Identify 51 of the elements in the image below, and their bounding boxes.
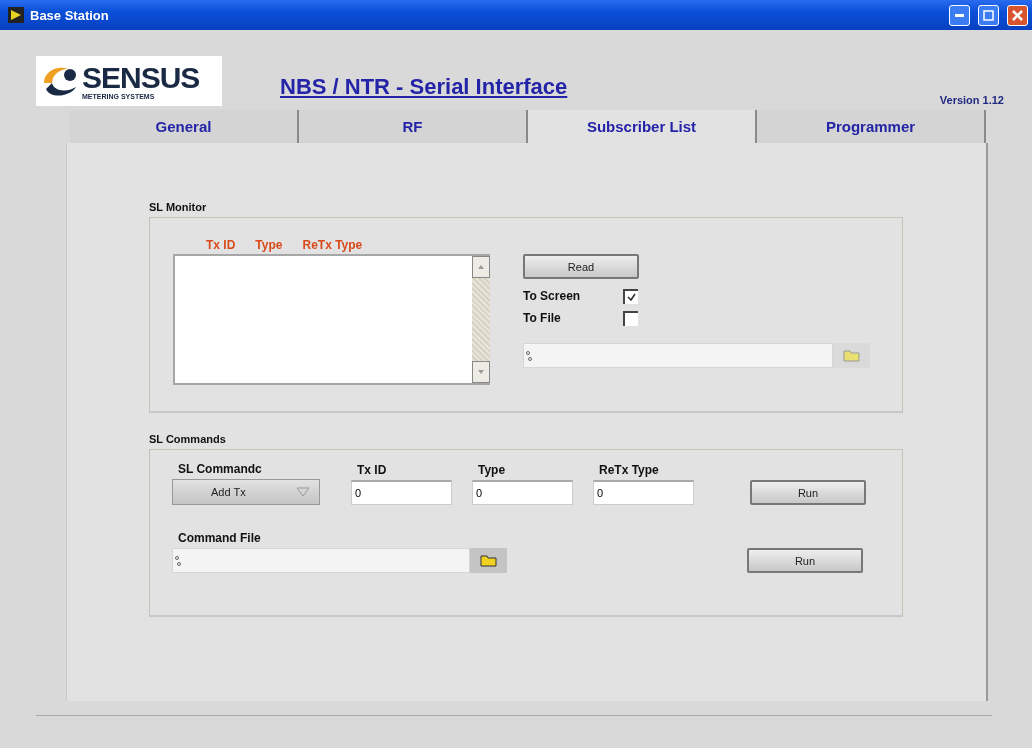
maximize-icon bbox=[983, 9, 994, 21]
field-label: Type bbox=[477, 463, 507, 477]
path-field[interactable] bbox=[172, 548, 470, 573]
field-label: Tx ID bbox=[356, 463, 388, 477]
field-label: ReTx Type bbox=[598, 463, 660, 477]
app-icon bbox=[8, 7, 24, 23]
checkbox-label: To File bbox=[523, 311, 562, 325]
checkbox[interactable] bbox=[623, 310, 638, 326]
scroll-down-button[interactable] bbox=[472, 361, 490, 383]
group-title: SL Monitor bbox=[149, 201, 208, 213]
run-button[interactable]: Run bbox=[750, 480, 866, 505]
logo-name: SENSUS bbox=[82, 62, 200, 93]
close-button[interactable] bbox=[1007, 4, 1028, 26]
number-field[interactable]: 0 bbox=[351, 480, 452, 505]
tab[interactable]: General bbox=[70, 110, 299, 143]
minimize-button[interactable] bbox=[949, 4, 970, 26]
path-icon bbox=[526, 349, 532, 362]
window-title: Base Station bbox=[30, 7, 110, 23]
scroll-up-button[interactable] bbox=[472, 256, 490, 278]
tab[interactable]: Subscriber List bbox=[528, 110, 757, 143]
checkbox-label: To Screen bbox=[523, 289, 582, 303]
tab[interactable]: Programmer bbox=[757, 110, 986, 143]
caret-icon bbox=[297, 487, 309, 497]
field-label: Command File bbox=[177, 531, 262, 545]
minimize-icon bbox=[955, 13, 964, 17]
list-box[interactable] bbox=[173, 254, 490, 385]
app-heading: NBS / NTR - Serial Interface bbox=[280, 74, 568, 100]
command-dropdown[interactable]: Add Tx bbox=[172, 479, 320, 505]
path-field[interactable] bbox=[523, 343, 833, 368]
path-icon bbox=[175, 554, 181, 567]
checkbox[interactable] bbox=[623, 288, 638, 304]
browse-button[interactable] bbox=[470, 548, 507, 573]
column-header: ReTx Type bbox=[302, 238, 363, 252]
down-arrow-icon bbox=[478, 370, 484, 374]
check-icon bbox=[627, 293, 636, 301]
version-label: Version 1.12 bbox=[939, 94, 1004, 106]
field-label: SL Commandc bbox=[177, 462, 263, 476]
number-field[interactable]: 0 bbox=[472, 480, 573, 505]
folder-icon bbox=[479, 554, 498, 567]
tab[interactable]: RF bbox=[299, 110, 528, 143]
run-button[interactable]: Run bbox=[747, 548, 863, 573]
up-arrow-icon bbox=[478, 265, 484, 269]
close-icon bbox=[1012, 9, 1023, 21]
folder-icon bbox=[842, 349, 861, 362]
column-header: Type bbox=[255, 238, 283, 252]
group-title: SL Commands bbox=[149, 433, 227, 445]
number-field[interactable]: 0 bbox=[593, 480, 694, 505]
read-button[interactable]: Read bbox=[523, 254, 639, 279]
scroll-bar[interactable] bbox=[472, 256, 490, 383]
column-header: Tx ID bbox=[206, 238, 236, 252]
maximize-button[interactable] bbox=[978, 4, 999, 26]
